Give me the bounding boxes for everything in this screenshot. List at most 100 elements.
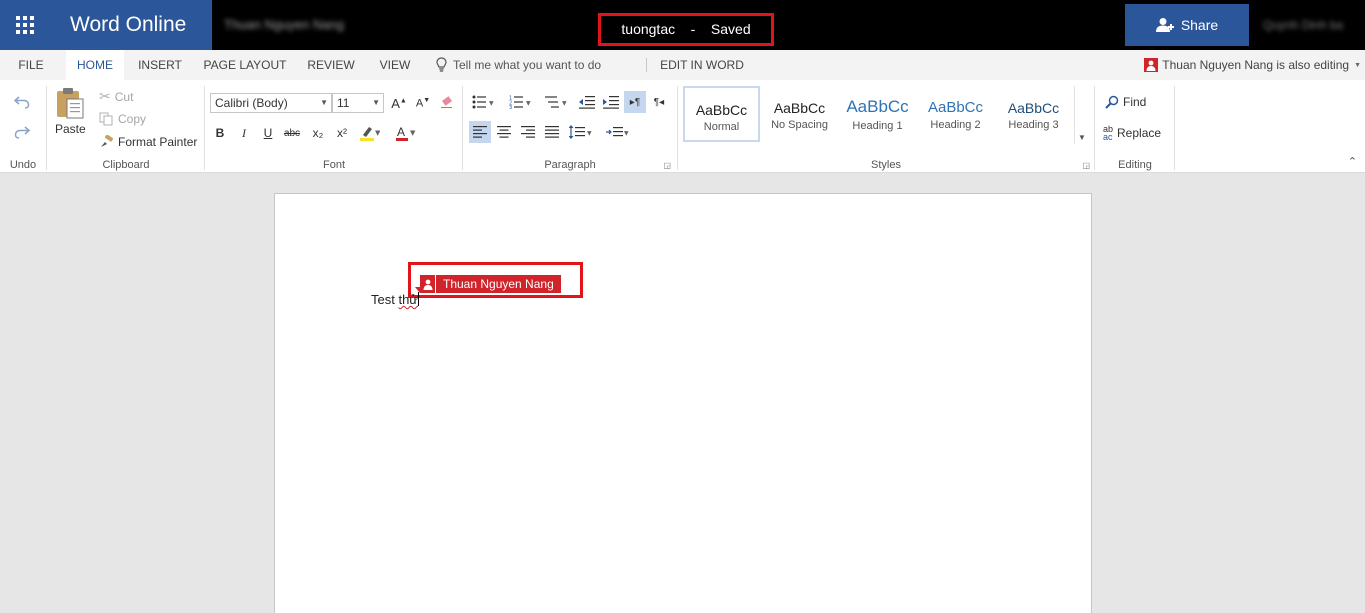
- replace-button[interactable]: ab ac Replace: [1103, 124, 1162, 142]
- redo-button[interactable]: [11, 121, 33, 143]
- tab-insert[interactable]: INSERT: [132, 50, 188, 80]
- highlighter-icon: ▼: [360, 127, 380, 141]
- style-name: Heading 3: [1008, 119, 1059, 131]
- svg-text:▼: ▼: [489, 100, 494, 107]
- increase-indent-button[interactable]: [600, 91, 622, 113]
- line-spacing-button[interactable]: ▼: [567, 121, 595, 143]
- paragraph-group-label: Paragraph: [544, 159, 596, 171]
- app-launcher-button[interactable]: [0, 0, 50, 50]
- style-heading-3[interactable]: AaBbCc Heading 3: [995, 86, 1072, 142]
- collapse-ribbon-icon[interactable]: ⌃: [1348, 155, 1357, 168]
- bold-button[interactable]: B: [209, 122, 231, 144]
- undo-group-label: Undo: [9, 159, 37, 171]
- styles-dialog-launcher-icon[interactable]: ◲: [1082, 161, 1090, 170]
- add-person-icon: [1155, 18, 1174, 32]
- tell-me-search[interactable]: Tell me what you want to do: [436, 50, 601, 80]
- clear-formatting-button[interactable]: [435, 92, 457, 114]
- font-size-select[interactable]: 11 ▼: [332, 93, 384, 113]
- chevron-down-icon: ▼: [1354, 61, 1361, 69]
- svg-text:▼: ▼: [410, 129, 416, 137]
- decrease-indent-button[interactable]: [576, 91, 598, 113]
- misspelled-word[interactable]: thử: [398, 292, 418, 307]
- numbering-button[interactable]: 1 2 3 ▼: [506, 91, 536, 113]
- document-title[interactable]: tuongtac: [621, 16, 675, 42]
- app-name[interactable]: Word Online: [50, 0, 212, 50]
- subscript-button[interactable]: x₂: [307, 122, 329, 144]
- paragraph-group: ▼ 1 2 3 ▼ ▼ ▸¶ ¶◂ ▼ ▼ Paragraph ◲: [463, 80, 677, 173]
- align-left-button[interactable]: [469, 121, 491, 143]
- tab-file[interactable]: FILE: [8, 50, 54, 80]
- tab-home[interactable]: HOME: [66, 50, 124, 80]
- chevron-down-icon[interactable]: ▼: [1078, 133, 1086, 142]
- undo-icon: [14, 96, 30, 109]
- find-button[interactable]: Find: [1105, 95, 1146, 109]
- replace-label: Replace: [1117, 126, 1162, 140]
- grow-font-button[interactable]: A▲: [388, 92, 410, 114]
- document-title-area[interactable]: tuongtac - Saved: [598, 13, 774, 46]
- style-heading-2[interactable]: AaBbCc Heading 2: [917, 86, 994, 142]
- paragraph-dialog-launcher-icon[interactable]: ◲: [663, 161, 671, 170]
- copy-button[interactable]: Copy: [99, 112, 146, 126]
- outdent-icon: [579, 96, 595, 109]
- cut-button[interactable]: ✂ Cut: [99, 88, 133, 105]
- underline-button[interactable]: U: [257, 122, 279, 144]
- cut-label: Cut: [114, 89, 134, 104]
- body-text: Test: [371, 292, 399, 307]
- scissors-icon: ✂: [99, 88, 111, 104]
- tab-page-layout[interactable]: PAGE LAYOUT: [200, 50, 290, 80]
- user-name-breadcrumb[interactable]: Thuan Nguyen Nang: [224, 17, 344, 32]
- font-family-value: Calibri (Body): [215, 96, 288, 110]
- strikethrough-button[interactable]: abc: [281, 122, 303, 144]
- font-color-button[interactable]: A ▼: [391, 122, 421, 144]
- svg-text:▼: ▼: [587, 130, 592, 137]
- coauthor-notice: Thuan Nguyen Nang is also editing: [1162, 58, 1350, 72]
- styles-scroll[interactable]: ▼: [1074, 86, 1088, 144]
- coauthor-flag-highlight: Thuan Nguyen Nang: [408, 262, 583, 298]
- copy-label: Copy: [118, 112, 147, 126]
- text-cursor: [418, 292, 420, 306]
- italic-button[interactable]: I: [233, 122, 255, 144]
- chevron-down-icon: ▼: [372, 98, 380, 107]
- replace-icon: ab ac: [1103, 124, 1114, 142]
- bullets-button[interactable]: ▼: [469, 91, 499, 113]
- indent-icon: [603, 96, 619, 109]
- coauthor-indicator[interactable]: Thuan Nguyen Nang is also editing ▼: [1144, 50, 1361, 80]
- ltr-direction-button[interactable]: ▸¶: [624, 91, 646, 113]
- superscript-button[interactable]: x²: [331, 122, 353, 144]
- bullet-list-icon: ▼: [472, 95, 494, 109]
- document-body[interactable]: Test thử: [371, 292, 420, 307]
- edit-in-word-button[interactable]: EDIT IN WORD: [654, 50, 750, 80]
- tab-review[interactable]: REVIEW: [302, 50, 360, 80]
- format-painter-button[interactable]: Format Painter: [99, 135, 197, 149]
- svg-text:▼: ▼: [375, 129, 380, 137]
- style-no-spacing[interactable]: AaBbCc No Spacing: [761, 86, 838, 142]
- paste-button[interactable]: Paste: [55, 87, 86, 136]
- style-heading-1[interactable]: AaBbCc Heading 1: [839, 86, 916, 142]
- font-group-label: Font: [322, 159, 345, 171]
- align-center-button[interactable]: [493, 121, 515, 143]
- styles-group: AaBbCc Normal AaBbCc No Spacing AaBbCc H…: [678, 80, 1094, 173]
- account-name[interactable]: Quynh Dinh ba: [1263, 18, 1343, 32]
- document-page[interactable]: Thuan Nguyen Nang Test thử: [274, 193, 1092, 613]
- undo-button[interactable]: [11, 91, 33, 113]
- copy-icon: [99, 112, 113, 126]
- styles-group-label: Styles: [871, 159, 901, 171]
- multilevel-list-icon: ▼: [545, 96, 567, 108]
- align-right-icon: [521, 126, 535, 138]
- share-button[interactable]: Share: [1125, 4, 1249, 46]
- tell-me-placeholder: Tell me what you want to do: [453, 58, 602, 72]
- highlight-color-button[interactable]: ▼: [355, 122, 385, 144]
- style-normal[interactable]: AaBbCc Normal: [683, 86, 760, 142]
- style-name: Heading 2: [930, 119, 981, 131]
- ribbon-tabs: FILE HOME INSERT PAGE LAYOUT REVIEW VIEW…: [0, 50, 1365, 80]
- font-group: Calibri (Body) ▼ 11 ▼ A▲ A▼ B I U abc x₂…: [205, 80, 463, 173]
- tab-view[interactable]: VIEW: [370, 50, 420, 80]
- align-right-button[interactable]: [517, 121, 539, 143]
- rtl-direction-button[interactable]: ¶◂: [648, 91, 670, 113]
- paragraph-spacing-button[interactable]: ▼: [603, 121, 633, 143]
- coauthor-flag[interactable]: Thuan Nguyen Nang: [415, 275, 561, 293]
- shrink-font-button[interactable]: A▼: [412, 92, 434, 114]
- multilevel-list-button[interactable]: ▼: [542, 91, 572, 113]
- justify-button[interactable]: [541, 121, 563, 143]
- font-family-select[interactable]: Calibri (Body) ▼: [210, 93, 332, 113]
